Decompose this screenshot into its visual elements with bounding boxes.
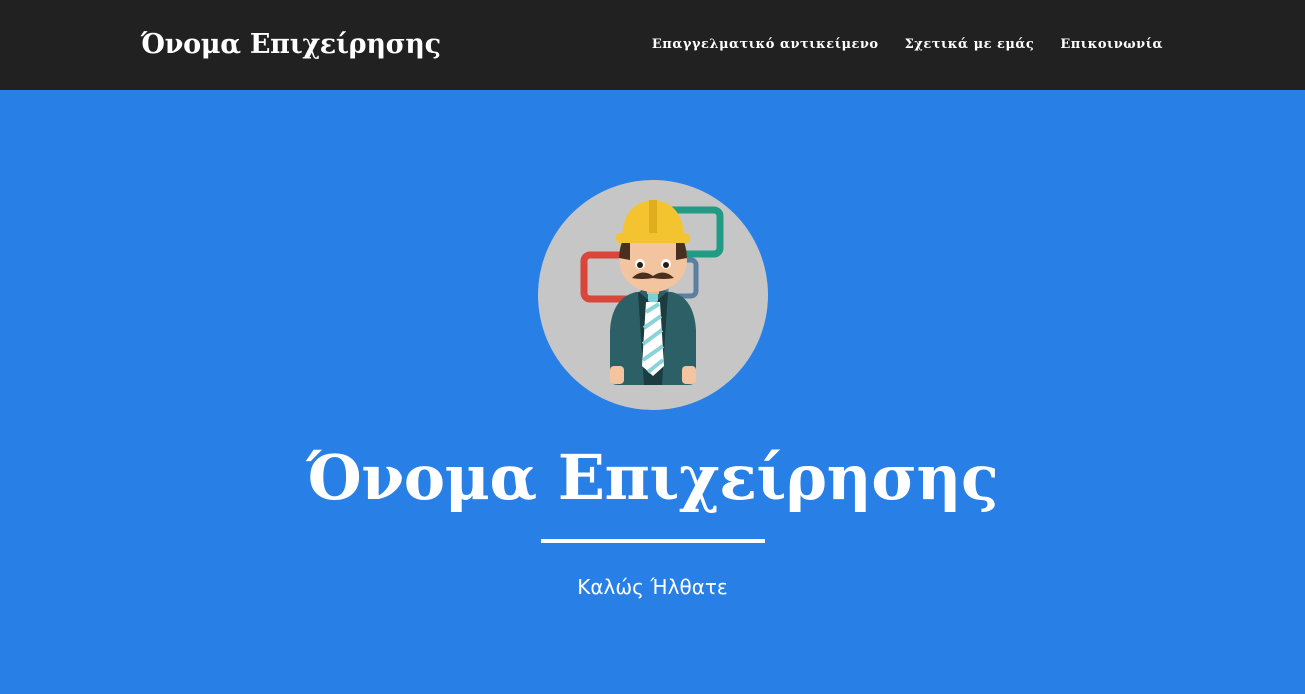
nav-link-services[interactable]: Επαγγελματικό αντικείμενο: [652, 36, 879, 54]
divider: [541, 539, 765, 543]
nav-links: Επαγγελματικό αντικείμενο Σχετικά με εμά…: [652, 36, 1163, 54]
brand-link[interactable]: Όνομα Επιχείρησης: [141, 26, 441, 64]
hero-section: Όνομα Επιχείρησης Καλώς Ήλθατε: [0, 90, 1305, 694]
navbar: Όνομα Επιχείρησης Επαγγελματικό αντικείμ…: [0, 0, 1305, 90]
hero-title: Όνομα Επιχείρησης: [306, 441, 999, 514]
nav-link-contact[interactable]: Επικοινωνία: [1060, 36, 1163, 54]
nav-link-about[interactable]: Σχετικά με εμάς: [905, 36, 1035, 54]
hero-subtitle: Καλώς Ήλθατε: [577, 575, 728, 599]
construction-worker-icon: [580, 200, 724, 385]
avatar: [538, 180, 768, 410]
